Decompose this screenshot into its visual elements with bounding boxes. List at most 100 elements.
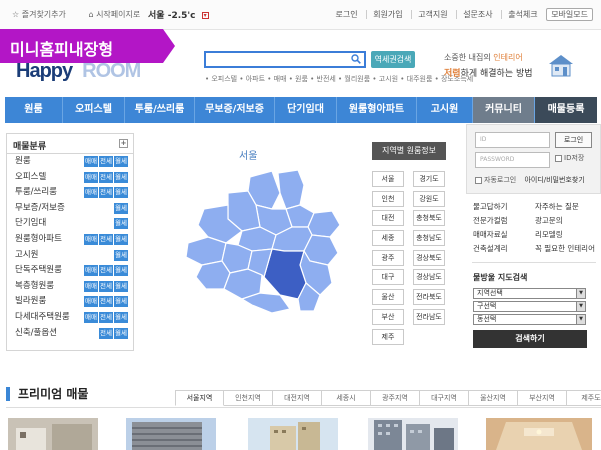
weather-toggle-icon[interactable]: ▾ (201, 12, 209, 19)
login-link[interactable]: 로그인 (330, 10, 358, 19)
region-button[interactable]: 대전 (372, 210, 404, 227)
category-item[interactable]: 복층형원룸 매매 전세 월세 (7, 279, 133, 295)
deal-type-tag[interactable]: 월세 (114, 171, 128, 183)
premium-tab[interactable]: 광주지역 (371, 390, 420, 406)
region-button[interactable]: 전라북도 (413, 289, 445, 306)
nav-officetel[interactable]: 오피스텔 (63, 97, 125, 123)
checkbox-icon[interactable] (555, 154, 562, 162)
district-select[interactable]: 구선택 ▼ (473, 301, 586, 312)
category-item[interactable]: 단독주택원룸 매매 전세 월세 (7, 263, 133, 279)
id-input[interactable]: ID (475, 132, 550, 148)
deal-type-tag[interactable]: 매매 (84, 311, 98, 323)
premium-tab[interactable]: 제주도 (567, 390, 601, 406)
deal-type-tag[interactable]: 매매 (84, 265, 98, 277)
region-button[interactable]: 서울 (372, 171, 404, 187)
nav-register[interactable]: 매물등록 (535, 97, 597, 123)
quick-link[interactable]: 광고문의 (535, 215, 601, 226)
attendance-link[interactable]: 출석체크 (501, 10, 538, 19)
region-button[interactable]: 제주 (372, 328, 404, 345)
region-button[interactable]: 경상북도 (413, 249, 445, 266)
favorites-link[interactable]: ☆ 즐겨찾기추가 (12, 10, 76, 19)
quick-link[interactable]: 리모델링 (535, 229, 601, 240)
search-input[interactable] (204, 51, 366, 68)
homepage-link[interactable]: ⌂ 시작페이지로 (88, 10, 150, 19)
deal-type-tag[interactable]: 전세 (99, 156, 113, 167)
deal-type-tag[interactable]: 매매 (84, 233, 98, 245)
category-item[interactable]: 빌라원룸 매매 전세 월세 (7, 294, 133, 310)
category-item[interactable]: 단기임대 월세 (7, 216, 133, 232)
region-button[interactable]: 세종 (372, 230, 404, 247)
deal-type-tag[interactable]: 매매 (84, 296, 98, 308)
auto-login-checkbox[interactable]: 자동로그인 (475, 176, 516, 184)
region-select[interactable]: 지역선택 ▼ (473, 288, 586, 299)
map-district[interactable] (277, 169, 305, 210)
deal-type-tag[interactable]: 매매 (84, 156, 98, 167)
chevron-down-icon[interactable]: ▼ (576, 289, 585, 298)
quick-link[interactable]: 전문가컬럼 (473, 215, 535, 226)
deal-type-tag[interactable]: 월세 (114, 265, 128, 277)
checkbox-icon[interactable] (475, 176, 482, 184)
listing-photo[interactable] (248, 418, 338, 450)
region-button[interactable]: 강원도 (413, 190, 445, 207)
quick-link[interactable]: 매매자료실 (473, 229, 535, 240)
nav-tworoom[interactable]: 투룸/쓰리룸 (125, 97, 195, 123)
category-item[interactable]: 다세대주택원룸 매매 전세 월세 (7, 310, 133, 326)
quick-link[interactable]: 물고답하기 (473, 201, 535, 212)
category-item[interactable]: 신축/풀옵션 전세 월세 (7, 326, 133, 342)
deal-type-tag[interactable]: 월세 (114, 249, 128, 261)
deal-type-tag[interactable]: 매매 (84, 187, 98, 199)
premium-tab[interactable]: 세종시 (322, 390, 371, 406)
category-item[interactable]: 고시원 월세 (7, 248, 133, 264)
listing-photo[interactable] (368, 418, 458, 450)
save-id-checkbox[interactable]: ID저장 (555, 153, 584, 163)
map-district[interactable] (307, 210, 341, 238)
region-button[interactable]: 전라남도 (413, 308, 445, 325)
region-button[interactable]: 울산 (372, 289, 404, 306)
deal-type-tag[interactable]: 전세 (99, 171, 113, 183)
map-search-button[interactable]: 검색하기 (473, 330, 587, 348)
chevron-down-icon[interactable]: ▼ (576, 315, 585, 324)
nav-oneroom-apt[interactable]: 원룸형아파트 (337, 97, 417, 123)
nav-low-deposit[interactable]: 무보증/저보증 (195, 97, 275, 123)
signup-link[interactable]: 회원가입 (366, 10, 403, 19)
popular-keywords[interactable]: • 오피스텔 • 아파트 • 매매 • 원룸 • 반전세 • 월리원룸 • 고시… (205, 74, 473, 84)
deal-type-tag[interactable]: 전세 (99, 265, 113, 277)
deal-type-tag[interactable]: 월세 (114, 233, 128, 245)
listing-photo[interactable] (8, 418, 98, 450)
region-button[interactable]: 인천 (372, 190, 404, 207)
deal-type-tag[interactable]: 월세 (114, 202, 128, 214)
site-logo[interactable]: Happy ROOM (16, 60, 141, 83)
nav-gosiwon[interactable]: 고시원 (417, 97, 473, 123)
deal-type-tag[interactable]: 월세 (114, 156, 128, 167)
category-item[interactable]: 오피스텔 매매 전세 월세 (7, 170, 133, 186)
region-button[interactable]: 광주 (372, 249, 404, 266)
region-button[interactable]: 경기도 (413, 171, 445, 187)
region-button[interactable]: 경상남도 (413, 269, 445, 286)
nav-short-term[interactable]: 단기임대 (275, 97, 337, 123)
login-button[interactable]: 로그인 (555, 132, 592, 148)
premium-tab[interactable]: 인천지역 (224, 390, 273, 406)
quick-link[interactable]: 꼭 필요한 인테리어 (535, 243, 601, 254)
premium-tab[interactable]: 부산지역 (518, 390, 567, 406)
dong-select[interactable]: 동선택 ▼ (473, 314, 586, 325)
station-search-button[interactable]: 역세권검색 (371, 51, 415, 68)
deal-type-tag[interactable]: 매매 (84, 171, 98, 183)
premium-tab[interactable]: 대전지역 (273, 390, 322, 406)
premium-tab[interactable]: 울산지역 (469, 390, 518, 406)
region-button[interactable]: 대구 (372, 269, 404, 286)
deal-type-tag[interactable]: 월세 (114, 218, 128, 230)
deal-type-tag[interactable]: 월세 (114, 280, 128, 292)
premium-tab[interactable]: 대구지역 (420, 390, 469, 406)
mobile-mode-button[interactable]: 모바일모드 (546, 8, 593, 21)
region-button[interactable]: 충청남도 (413, 230, 445, 247)
deal-type-tag[interactable]: 월세 (114, 296, 128, 308)
deal-type-tag[interactable]: 전세 (99, 327, 113, 339)
plus-icon[interactable]: + (119, 139, 128, 148)
chevron-down-icon[interactable]: ▼ (576, 302, 585, 311)
listing-photo[interactable] (486, 418, 592, 450)
quick-link[interactable]: 건축설계리 (473, 243, 535, 254)
quick-link[interactable]: 자주하는 질문 (535, 201, 601, 212)
nav-community[interactable]: 커뮤니티 (473, 97, 535, 123)
deal-type-tag[interactable]: 전세 (99, 280, 113, 292)
deal-type-tag[interactable]: 전세 (99, 296, 113, 308)
